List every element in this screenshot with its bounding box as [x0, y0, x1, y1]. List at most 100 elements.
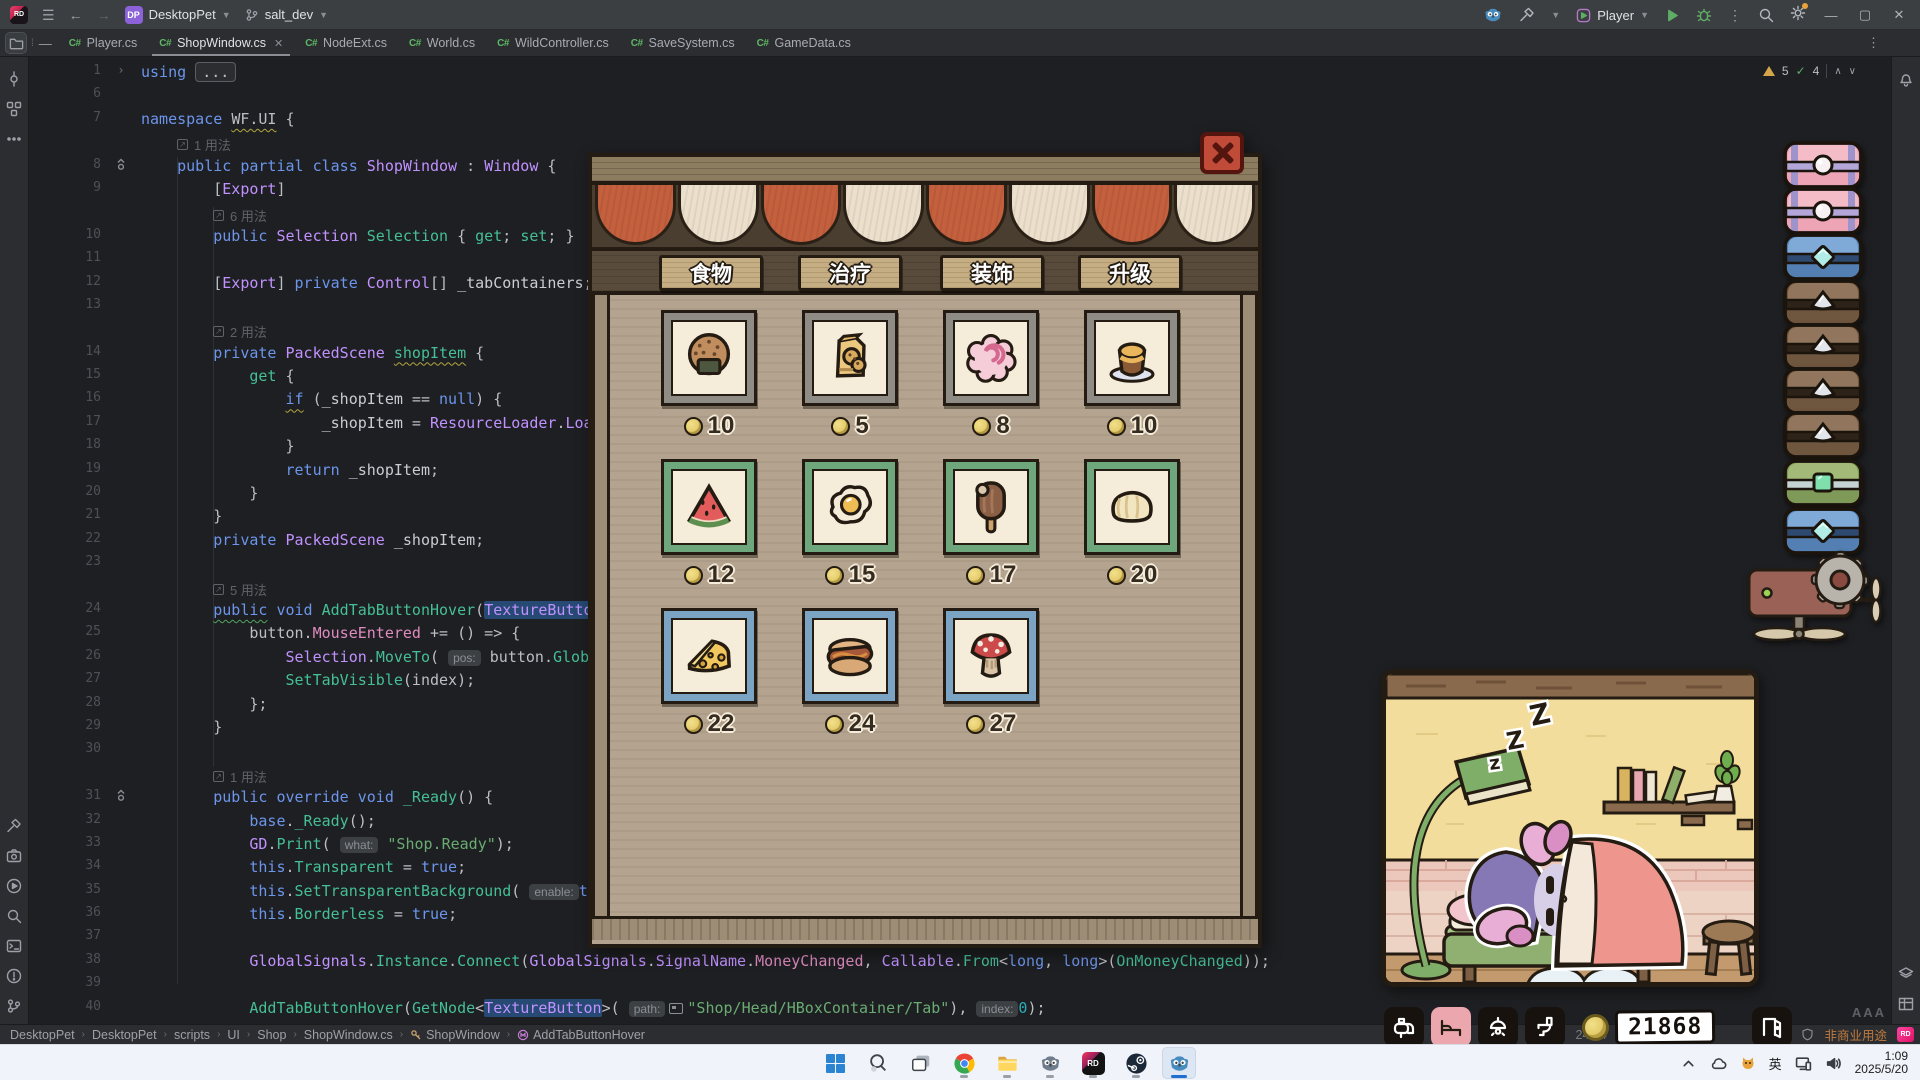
usage-count[interactable]: 2 用法: [230, 322, 267, 341]
taskbar-task-view-icon[interactable]: [904, 1047, 938, 1079]
build-hammer-icon[interactable]: [1519, 7, 1535, 23]
tab-options-icon[interactable]: ⋮: [1867, 35, 1880, 51]
editor-tab-world[interactable]: C#World.cs: [398, 30, 486, 56]
project-widget[interactable]: DP DesktopPet ▼: [125, 6, 231, 24]
more-actions-icon[interactable]: ⋮: [1728, 8, 1742, 22]
shop-item-fried-egg[interactable]: [802, 459, 898, 555]
close-button[interactable]: ✕: [1890, 7, 1908, 23]
taskbar-chrome-icon[interactable]: [947, 1047, 981, 1079]
maximize-button[interactable]: ▢: [1856, 7, 1874, 23]
usage-count[interactable]: 1 用法: [194, 135, 231, 154]
shop-item-cookie-bag[interactable]: [802, 310, 898, 406]
breadcrumb-item[interactable]: DesktopPet: [10, 1028, 75, 1042]
search-everywhere-icon[interactable]: [1758, 7, 1774, 23]
taskbar-godot-game-icon[interactable]: [1162, 1047, 1196, 1079]
shop-item-bun[interactable]: [1084, 459, 1180, 555]
tray-chevron-icon[interactable]: [1680, 1055, 1697, 1072]
project-tool-window-button[interactable]: [5, 32, 27, 54]
terminal-tool-icon[interactable]: [6, 938, 22, 954]
breadcrumb-item[interactable]: UI: [227, 1028, 240, 1042]
shop-item-watermelon[interactable]: [661, 459, 757, 555]
shop-item-popsicle[interactable]: [943, 459, 1039, 555]
taskbar-start-icon[interactable]: [818, 1047, 852, 1079]
notifications-icon[interactable]: [1898, 71, 1914, 87]
layers-tool-icon[interactable]: [1898, 966, 1914, 982]
taskbar-steam-icon[interactable]: [1119, 1047, 1153, 1079]
breadcrumb-item[interactable]: DesktopPet: [92, 1028, 157, 1042]
lamp-button[interactable]: [1478, 1007, 1518, 1047]
shop-window[interactable]: 食物治疗装饰升级 10581012151720222427: [588, 132, 1268, 952]
chest-emerald-green[interactable]: [1782, 458, 1864, 513]
pet-room-window[interactable]: z Z Z: [1381, 669, 1759, 987]
shop-item-pudding[interactable]: [1084, 310, 1180, 406]
services-tool-icon[interactable]: [6, 848, 22, 864]
next-problem-icon[interactable]: ∨: [1849, 66, 1856, 77]
pet-cat-tray-icon[interactable]: [1740, 1055, 1756, 1071]
breadcrumb-item[interactable]: ShopWindow.cs: [304, 1028, 393, 1042]
shop-item-naruto-swirl[interactable]: [943, 310, 1039, 406]
taskbar-explorer-icon[interactable]: [990, 1047, 1024, 1079]
taskbar-search-icon[interactable]: [861, 1047, 895, 1079]
breadcrumb-item[interactable]: scripts: [174, 1028, 210, 1042]
build-tool-icon[interactable]: [6, 818, 22, 834]
editor-tab-gamedata[interactable]: C#GameData.cs: [746, 30, 862, 56]
run-config-widget[interactable]: Player ▼: [1576, 8, 1649, 23]
shop-tab-3[interactable]: 升级: [1078, 255, 1182, 291]
branch-widget[interactable]: salt_dev ▼: [245, 7, 328, 22]
commit-tool-icon[interactable]: [6, 71, 22, 87]
shop-tab-0[interactable]: 食物: [659, 255, 763, 291]
shop-close-button[interactable]: [1200, 132, 1244, 174]
taskbar-godot-icon[interactable]: [1033, 1047, 1067, 1079]
toilet-button[interactable]: [1525, 1007, 1565, 1047]
breadcrumb-item[interactable]: Shop: [257, 1028, 286, 1042]
shield-icon[interactable]: [1801, 1028, 1814, 1041]
shop-item-onigiri[interactable]: [661, 310, 757, 406]
forward-icon[interactable]: →: [97, 8, 111, 22]
settings-button[interactable]: [1790, 5, 1806, 26]
close-tab-icon[interactable]: ✕: [274, 37, 283, 50]
bed-button[interactable]: [1431, 1007, 1471, 1047]
prev-problem-icon[interactable]: ∧: [1834, 66, 1841, 77]
ime-indicator[interactable]: 英: [1769, 1054, 1782, 1073]
more-tool-icon[interactable]: [6, 131, 22, 147]
onedrive-cloud-icon[interactable]: [1710, 1055, 1727, 1072]
taskbar-rider-icon[interactable]: RD: [1076, 1047, 1110, 1079]
vcs-tool-icon[interactable]: [6, 998, 22, 1014]
breadcrumb-item[interactable]: ShopWindow: [410, 1028, 500, 1042]
grid-tool-icon[interactable]: [1898, 996, 1914, 1012]
shop-tab-2[interactable]: 装饰: [940, 255, 1044, 291]
editor-tab-savesystem[interactable]: C#SaveSystem.cs: [620, 30, 746, 56]
back-icon[interactable]: ←: [69, 8, 83, 22]
taskbar-clock[interactable]: 1:09 2025/5/20: [1855, 1050, 1916, 1076]
editor-tab-player[interactable]: C#Player.cs: [58, 30, 149, 56]
godot-editor-icon[interactable]: [1483, 5, 1503, 25]
search-tool-icon[interactable]: [6, 908, 22, 924]
inspection-widget[interactable]: 5 ✓ 4 ∧ ∨: [1757, 62, 1862, 80]
usage-count[interactable]: 1 用法: [230, 767, 267, 786]
shop-tab-1[interactable]: 治疗: [798, 255, 902, 291]
minimize-button[interactable]: —: [1822, 8, 1840, 23]
structure-tool-icon[interactable]: [6, 101, 22, 117]
main-menu-icon[interactable]: ☰: [42, 8, 55, 22]
chevron-down-icon[interactable]: ▼: [1551, 10, 1560, 20]
editor-tab-shopwindow[interactable]: C#ShopWindow.cs✕: [148, 30, 294, 56]
run-tool-icon[interactable]: [6, 878, 22, 894]
license-label[interactable]: 非商业用途: [1824, 1025, 1887, 1044]
chest-gem-brown[interactable]: [1782, 410, 1864, 465]
gear-machine-sprite[interactable]: [1745, 548, 1895, 653]
mailbox-button[interactable]: [1384, 1007, 1424, 1047]
editor-tab-nodeext[interactable]: C#NodeExt.cs: [294, 30, 398, 56]
speaker-icon[interactable]: [1825, 1055, 1842, 1072]
shop-item-mushroom[interactable]: [943, 608, 1039, 704]
shop-item-cheese[interactable]: [661, 608, 757, 704]
usage-count[interactable]: 6 用法: [230, 206, 267, 225]
network-icon[interactable]: [1795, 1055, 1812, 1072]
hide-icon[interactable]: —: [39, 36, 52, 51]
editor-tab-wildcontroller[interactable]: C#WildController.cs: [486, 30, 620, 56]
debug-button[interactable]: [1696, 7, 1712, 23]
door-button[interactable]: [1752, 1007, 1792, 1047]
problems-tool-icon[interactable]: [6, 968, 22, 984]
breadcrumb-item[interactable]: AddTabButtonHover: [517, 1028, 645, 1042]
run-button[interactable]: [1665, 8, 1680, 23]
usage-count[interactable]: 5 用法: [230, 580, 267, 599]
